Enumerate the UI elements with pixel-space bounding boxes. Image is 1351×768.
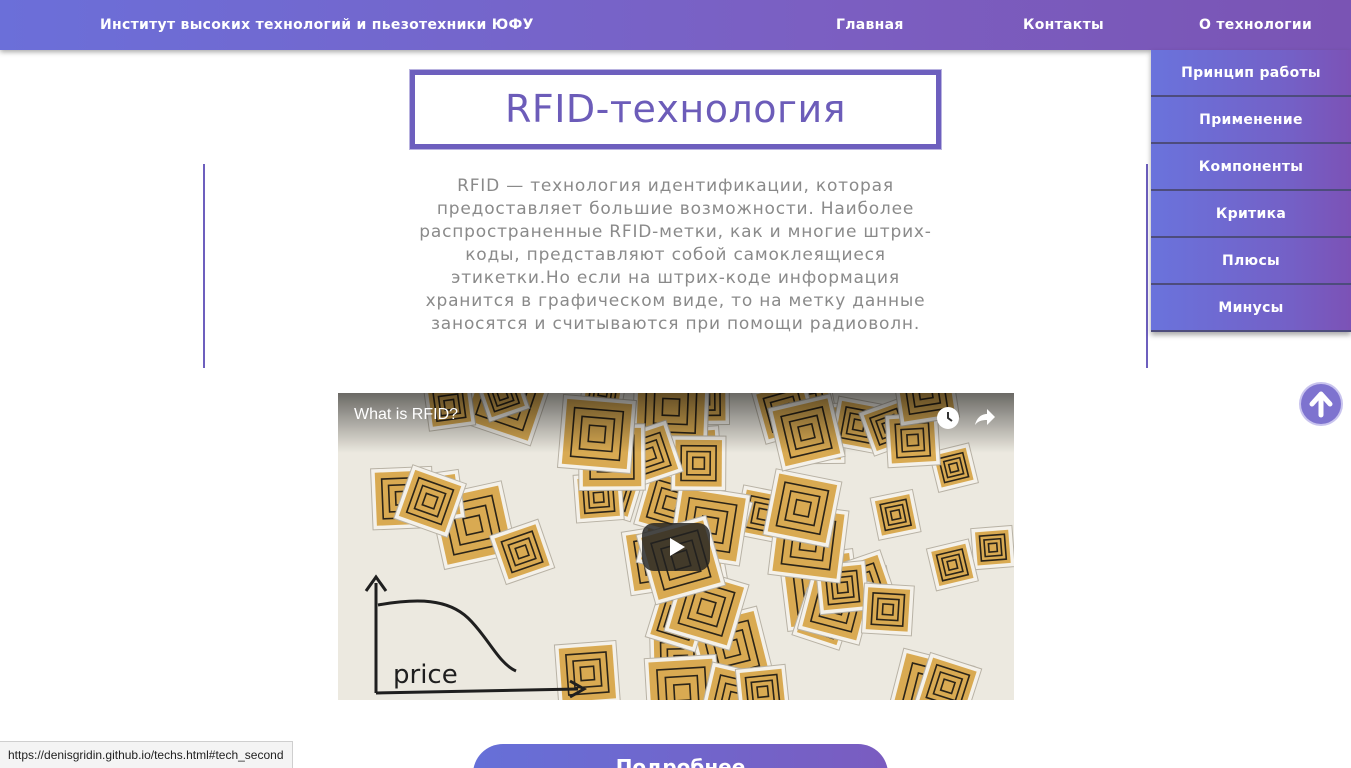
video-title[interactable]: What is RFID?: [354, 406, 458, 424]
page-title-box: RFID-технология: [409, 69, 942, 150]
dropdown-item-principle[interactable]: Принцип работы: [1151, 50, 1351, 97]
left-divider-line: [203, 164, 205, 368]
right-divider-line: [1146, 164, 1148, 368]
brand-link[interactable]: Институт высоких технологий и пьезотехни…: [100, 0, 534, 50]
dropdown-item-application[interactable]: Применение: [1151, 97, 1351, 144]
arrow-up-icon: [1309, 391, 1333, 418]
watch-later-icon[interactable]: [935, 405, 961, 431]
nav-about-link[interactable]: О технологии: [1199, 0, 1312, 50]
video-player[interactable]: price What is RFID?: [338, 393, 1014, 700]
browser-status-bar: https://denisgridin.github.io/techs.html…: [0, 741, 293, 768]
page-title: RFID-технология: [504, 87, 847, 131]
more-button[interactable]: Подробнее: [473, 744, 888, 768]
dropdown-item-criticism[interactable]: Критика: [1151, 191, 1351, 238]
dropdown-item-pros[interactable]: Плюсы: [1151, 238, 1351, 285]
dropdown-item-cons[interactable]: Минусы: [1151, 285, 1351, 332]
about-dropdown-menu: Принцип работы Применение Компоненты Кри…: [1151, 50, 1351, 332]
dropdown-item-components[interactable]: Компоненты: [1151, 144, 1351, 191]
scroll-to-top-button[interactable]: [1301, 384, 1341, 424]
description-text: RFID — технология идентификации, которая…: [419, 176, 932, 334]
nav-contacts-link[interactable]: Контакты: [1023, 0, 1104, 50]
share-icon[interactable]: [971, 405, 997, 431]
play-button[interactable]: [642, 523, 710, 571]
nav-home-link[interactable]: Главная: [836, 0, 904, 50]
video-graph-label: price: [393, 660, 458, 690]
play-icon: [670, 538, 685, 556]
top-navbar: Институт высоких технологий и пьезотехни…: [0, 0, 1351, 50]
